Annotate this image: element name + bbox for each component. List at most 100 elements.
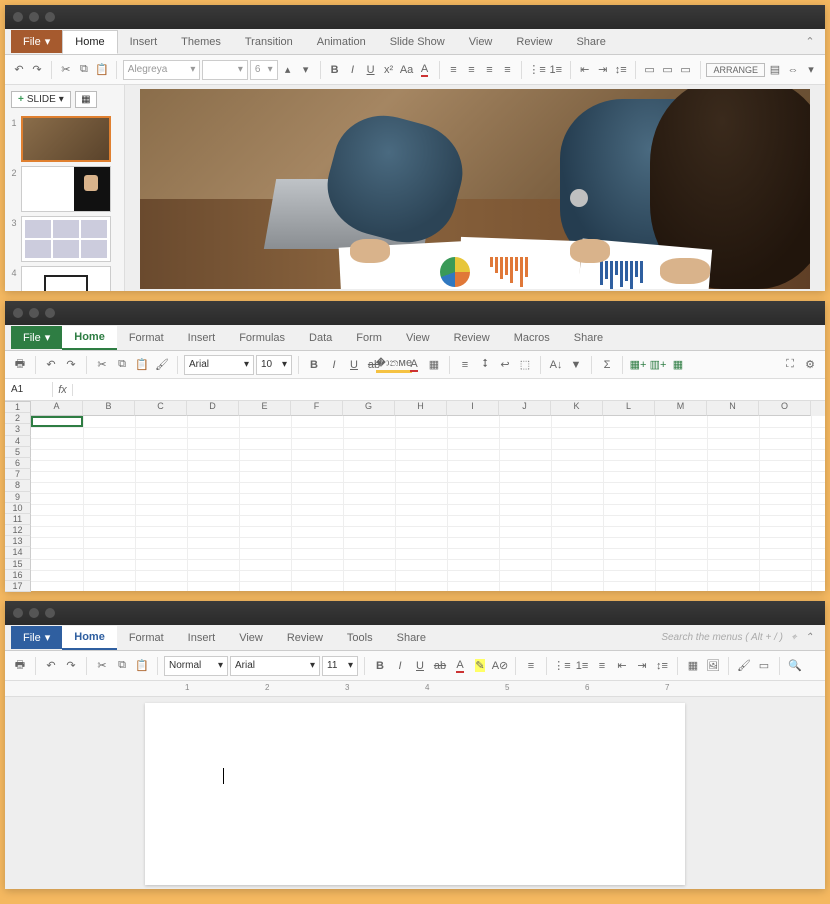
row-header[interactable]: 11: [5, 514, 31, 525]
font-size-up-icon[interactable]: ▴: [280, 61, 296, 79]
page-color-icon[interactable]: ▭: [755, 657, 773, 675]
tab-file[interactable]: File ▾: [11, 326, 62, 349]
borders-icon[interactable]: ▦: [425, 356, 443, 374]
merge-icon[interactable]: ⬚: [516, 356, 534, 374]
formula-input[interactable]: [73, 379, 825, 400]
cut-icon[interactable]: ✂: [58, 61, 74, 79]
tab-share[interactable]: Share: [385, 627, 438, 649]
numbering-icon[interactable]: 1≡: [573, 657, 591, 675]
column-header[interactable]: E: [239, 401, 291, 416]
style-dropdown[interactable]: Normal▾: [164, 656, 228, 676]
redo-icon[interactable]: ↷: [29, 61, 45, 79]
font-color-icon[interactable]: A: [417, 61, 433, 79]
sort-icon[interactable]: A↓: [547, 356, 565, 374]
tab-file[interactable]: File ▾: [11, 30, 62, 53]
indent-inc-icon[interactable]: ⇥: [595, 61, 611, 79]
window-close-dot[interactable]: [13, 308, 23, 318]
image-icon[interactable]: 🖼: [704, 657, 722, 675]
align-left-icon[interactable]: ≡: [445, 61, 461, 79]
slide-canvas[interactable]: [140, 89, 810, 289]
table-icon[interactable]: ▦: [684, 657, 702, 675]
column-header[interactable]: F: [291, 401, 343, 416]
tab-slideshow[interactable]: Slide Show: [378, 31, 457, 53]
menu-search[interactable]: Search the menus ( Alt + / ) ⌖ ⌃: [661, 632, 819, 643]
tab-formulas[interactable]: Formulas: [227, 327, 297, 349]
tab-file[interactable]: File ▾: [11, 626, 62, 649]
tab-review[interactable]: Review: [504, 31, 564, 53]
row-header[interactable]: 2: [5, 413, 31, 424]
print-icon[interactable]: 🖶: [11, 356, 29, 374]
tab-home[interactable]: Home: [62, 30, 117, 54]
row-header[interactable]: 3: [5, 424, 31, 435]
column-header[interactable]: J: [499, 401, 551, 416]
align-left-icon[interactable]: ≡: [522, 657, 540, 675]
valign-icon[interactable]: ⭥: [476, 356, 494, 374]
redo-icon[interactable]: ↷: [62, 657, 80, 675]
spreadsheet-grid[interactable]: 1234567891011121314151617 ABCDEFGHIJKLMN…: [5, 401, 825, 591]
bold-icon[interactable]: B: [327, 61, 343, 79]
tab-tools[interactable]: Tools: [335, 627, 385, 649]
case-icon[interactable]: Aa: [399, 61, 415, 79]
cut-icon[interactable]: ✂: [93, 657, 111, 675]
align-left-icon[interactable]: ≡: [456, 356, 474, 374]
italic-icon[interactable]: I: [325, 356, 343, 374]
row-header[interactable]: 5: [5, 447, 31, 458]
thumb-row-4[interactable]: 4: [5, 264, 124, 291]
slide-thumbnail-3[interactable]: [21, 216, 111, 262]
tab-view[interactable]: View: [394, 327, 442, 349]
row-header[interactable]: 15: [5, 559, 31, 570]
row-header[interactable]: 14: [5, 547, 31, 558]
bold-icon[interactable]: B: [371, 657, 389, 675]
tab-macros[interactable]: Macros: [502, 327, 562, 349]
tab-themes[interactable]: Themes: [169, 31, 233, 53]
row-header[interactable]: 9: [5, 492, 31, 503]
font-size-dropdown[interactable]: 11▾: [322, 656, 358, 676]
font-name-dropdown[interactable]: Arial▾: [230, 656, 320, 676]
slide-thumbnail-2[interactable]: [21, 166, 111, 212]
row-header[interactable]: 16: [5, 570, 31, 581]
column-header[interactable]: N: [707, 401, 759, 416]
tab-data[interactable]: Data: [297, 327, 344, 349]
row-header[interactable]: 7: [5, 469, 31, 480]
thumb-row-3[interactable]: 3: [5, 214, 124, 264]
tab-view[interactable]: View: [457, 31, 505, 53]
copy-icon[interactable]: ⧉: [76, 61, 92, 79]
cell-reference-box[interactable]: A1: [5, 382, 53, 397]
bullets-icon[interactable]: ⋮≡: [528, 61, 545, 79]
copy-icon[interactable]: ⧉: [113, 657, 131, 675]
column-header[interactable]: L: [603, 401, 655, 416]
tab-animation[interactable]: Animation: [305, 31, 378, 53]
filter-icon[interactable]: ▼: [567, 356, 585, 374]
column-header[interactable]: A: [31, 401, 83, 416]
paste-icon[interactable]: 📋: [133, 657, 151, 675]
tab-insert[interactable]: Insert: [118, 31, 170, 53]
window-max-dot[interactable]: [45, 608, 55, 618]
indent-dec-icon[interactable]: ⇤: [613, 657, 631, 675]
row-header[interactable]: 1: [5, 402, 31, 413]
tab-share[interactable]: Share: [562, 327, 615, 349]
italic-icon[interactable]: I: [345, 61, 361, 79]
font-size-down-icon[interactable]: ▾: [298, 61, 314, 79]
underline-icon[interactable]: U: [363, 61, 379, 79]
slide-thumbnail-1[interactable]: [21, 116, 111, 162]
numbering-icon[interactable]: 1≡: [548, 61, 564, 79]
tab-view[interactable]: View: [227, 627, 275, 649]
shape-rect-icon[interactable]: ▭: [642, 61, 658, 79]
paste-icon[interactable]: 📋: [94, 61, 110, 79]
align-objects-icon[interactable]: ▤: [767, 61, 783, 79]
bullets-icon[interactable]: ⋮≡: [553, 657, 571, 675]
collapse-ribbon-icon[interactable]: ⌃: [805, 632, 813, 643]
tab-review[interactable]: Review: [275, 627, 335, 649]
column-header[interactable]: G: [343, 401, 395, 416]
indent-dec-icon[interactable]: ⇤: [577, 61, 593, 79]
highlight-icon[interactable]: ✎: [471, 657, 489, 675]
row-header[interactable]: 13: [5, 536, 31, 547]
line-spacing-icon[interactable]: ↕≡: [653, 657, 671, 675]
redo-icon[interactable]: ↷: [62, 356, 80, 374]
format-painter-icon[interactable]: 🖌: [153, 356, 171, 374]
window-close-dot[interactable]: [13, 12, 23, 22]
more-icon[interactable]: ▾: [803, 61, 819, 79]
cut-icon[interactable]: ✂: [93, 356, 111, 374]
wrap-text-icon[interactable]: ↩: [496, 356, 514, 374]
paint-format-icon[interactable]: 🖌: [735, 657, 753, 675]
